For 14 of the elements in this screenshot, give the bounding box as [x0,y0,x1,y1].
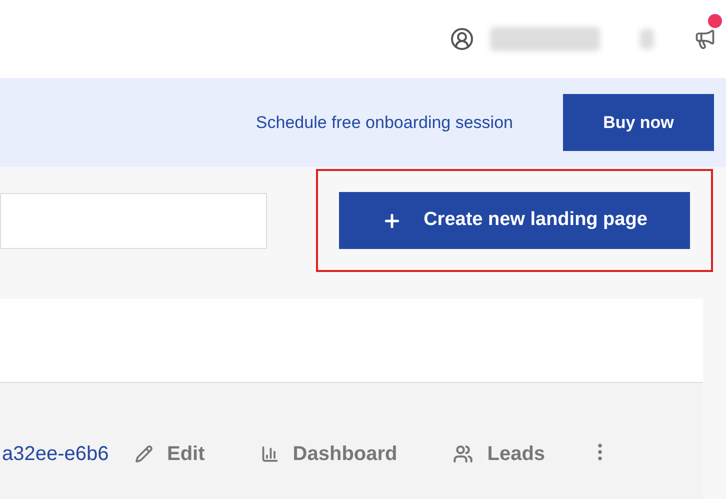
create-landing-page-button[interactable]: Create new landing page [339,192,690,249]
onboarding-link[interactable]: Schedule free onboarding session [256,110,513,136]
user-icon[interactable] [450,27,474,51]
row-action[interactable]: Dashboard [260,439,398,469]
blurred-item [640,29,654,49]
pencil-icon [135,445,153,463]
row-action[interactable]: Leads [453,439,546,469]
search-field[interactable] [0,192,267,248]
users-icon [453,444,474,464]
megaphone-icon[interactable] [694,28,716,50]
id-link[interactable]: a32ee-e6b6 [2,439,113,469]
buy-now-button[interactable]: Buy now [563,94,714,151]
bar-chart-icon [260,445,279,463]
row-action[interactable]: Edit [135,439,205,469]
